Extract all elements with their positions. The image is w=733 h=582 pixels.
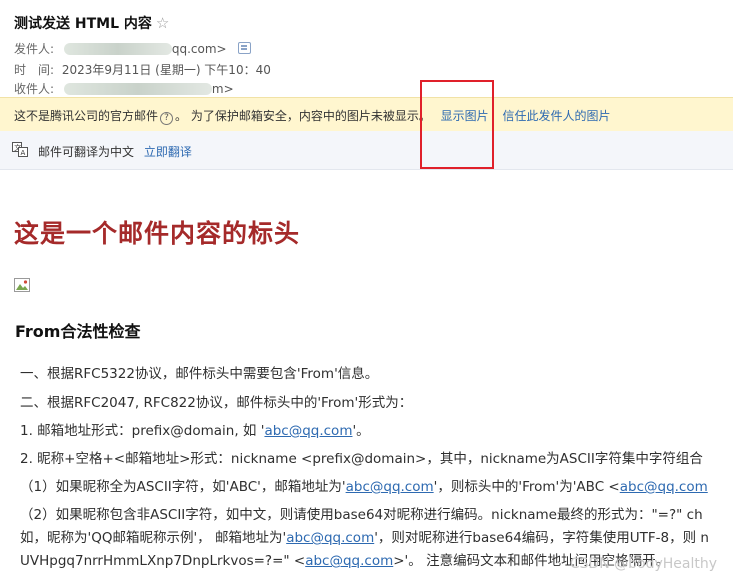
from-label: 发件人: — [14, 42, 55, 56]
from-row: 发件人: qq.com> — [14, 40, 252, 57]
time-label: 时 间: — [14, 63, 55, 77]
p5-email-link[interactable]: abc@qq.com — [346, 479, 434, 495]
highlight-annotation — [420, 80, 494, 169]
paragraph-4: 2. 昵称+空格+<邮箱地址>形式：nickname <prefix@domai… — [20, 451, 703, 467]
warning-message-2: 。 为了保护邮箱安全，内容中的图片未被显示。 — [175, 109, 431, 123]
to-label: 收件人: — [14, 82, 55, 96]
time-value: 2023年9月11日 (星期一) 下午10：40 — [61, 63, 271, 77]
p5-mid: '，则标头中的'From'为'ABC < — [433, 479, 620, 495]
p5-email-link-2[interactable]: abc@qq.com — [620, 479, 708, 495]
paragraph-7: 如，昵称为'QQ邮箱昵称示例'， 邮箱地址为'abc@qq.com'，则对昵称进… — [20, 526, 709, 546]
p3-email-link[interactable]: abc@qq.com — [264, 423, 352, 439]
from-value[interactable]: qq.com> — [172, 42, 227, 56]
mail-body: 这是一个邮件内容的标头 From合法性检查 一、根据RFC5322协议，邮件标头… — [0, 170, 733, 582]
p7-text: 如，昵称为'QQ邮箱昵称示例'， 邮箱地址为' — [20, 530, 287, 546]
star-icon[interactable]: ☆ — [156, 14, 169, 32]
watermark: CSDN @bodyHealthy — [569, 556, 717, 572]
p3-tail: '。 — [352, 423, 370, 439]
content-heading: 这是一个邮件内容的标头 — [14, 219, 301, 248]
p7-tail: '，则对昵称进行base64编码，字符集使用UTF-8，则 n — [374, 530, 709, 546]
paragraph-5: （1）如果昵称全为ASCII字符，如'ABC'，邮箱地址为'abc@qq.com… — [20, 475, 708, 495]
help-icon[interactable]: ? — [160, 112, 174, 125]
p8-email-link[interactable]: abc@qq.com — [305, 553, 393, 569]
content-subheading: From合法性检查 — [15, 322, 141, 341]
warning-text: 这不是腾讯公司的官方邮件?。 为了保护邮箱安全，内容中的图片未被显示。 显示图片… — [14, 107, 611, 125]
paragraph-3: 1. 邮箱地址形式：prefix@domain, 如 'abc@qq.com'。 — [20, 419, 370, 439]
subject-text: 测试发送 HTML 内容 — [14, 16, 152, 32]
paragraph-1: 一、根据RFC5322协议，邮件标头中需要包含'From'信息。 — [20, 366, 379, 382]
blurred-sender — [63, 43, 172, 55]
p5-text: （1）如果昵称全为ASCII字符，如'ABC'，邮箱地址为' — [20, 479, 346, 495]
to-value[interactable]: m> — [212, 82, 234, 96]
translate-icon: 文 A — [12, 142, 28, 157]
blurred-recipient — [63, 83, 212, 95]
paragraph-6: （2）如果昵称包含非ASCII字符，如中文，则请使用base64对昵称进行编码。… — [20, 507, 703, 523]
translate-now-link[interactable]: 立即翻译 — [144, 145, 192, 159]
translate-text: 邮件可翻译为中文 立即翻译 — [38, 143, 192, 160]
translate-message: 邮件可翻译为中文 — [38, 145, 135, 159]
to-row: 收件人: m> — [14, 80, 234, 97]
translate-bar: 文 A 邮件可翻译为中文 立即翻译 — [0, 131, 733, 170]
trust-sender-link[interactable]: 信任此发件人的图片 — [503, 109, 611, 123]
broken-image-icon — [14, 278, 30, 292]
image-warning-bar: 这不是腾讯公司的官方邮件?。 为了保护邮箱安全，内容中的图片未被显示。 显示图片… — [0, 97, 733, 132]
svg-text:A: A — [21, 149, 26, 157]
time-row: 时 间: 2023年9月11日 (星期一) 下午10：40 — [14, 61, 271, 78]
p8-text: UVHpgq7nrrHmmLXnp7DnpLrkvos=?=" < — [20, 553, 306, 569]
mail-subject: 测试发送 HTML 内容 ☆ — [14, 13, 169, 33]
p3-text: 1. 邮箱地址形式：prefix@domain, 如 ' — [20, 423, 265, 439]
paragraph-2: 二、根据RFC2047, RFC822协议，邮件标头中的'From'形式为： — [20, 395, 413, 411]
mail-header: 测试发送 HTML 内容 ☆ 发件人: qq.com> 时 间: 2023年9月1… — [0, 0, 733, 97]
address-book-icon[interactable] — [238, 42, 252, 54]
p7-email-link[interactable]: abc@qq.com — [286, 530, 374, 546]
warning-message: 这不是腾讯公司的官方邮件 — [14, 109, 159, 123]
